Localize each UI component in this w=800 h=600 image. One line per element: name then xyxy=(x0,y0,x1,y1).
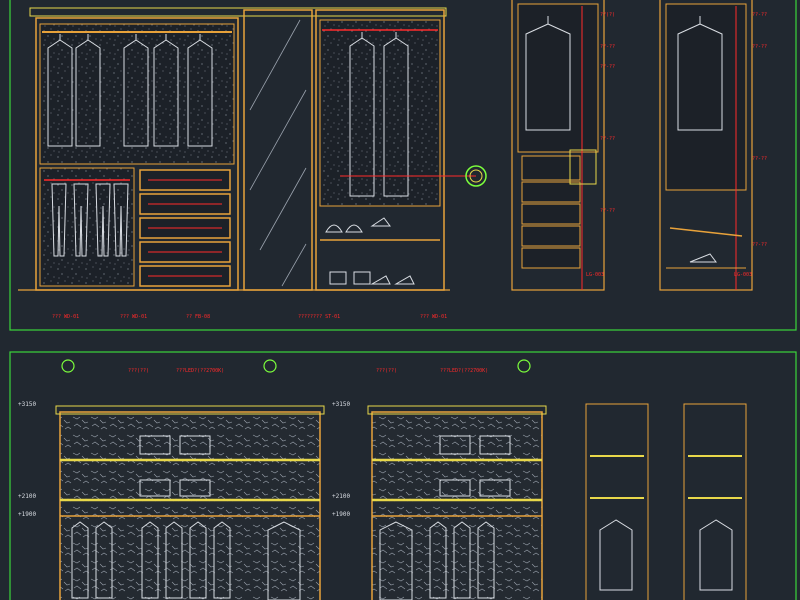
height-label: +1900 xyxy=(18,511,36,518)
callout-marker xyxy=(517,359,531,373)
tag-label: ?? FB-08 xyxy=(186,314,210,320)
height-label: +1900 xyxy=(332,511,350,518)
bottom-sections xyxy=(585,403,747,600)
callout-marker xyxy=(263,359,277,373)
height-label: +3150 xyxy=(332,401,350,408)
height-label: +2100 xyxy=(18,493,36,500)
header-label: ???(??) xyxy=(376,368,397,374)
shoes xyxy=(325,217,415,285)
header-label: ???LED?(??2700K) xyxy=(176,368,224,374)
header-label: ???(??) xyxy=(128,368,149,374)
bottom-headers: ???(??) ???LED?(??2700K) ???(??) ???LED?… xyxy=(128,368,488,374)
section-view-a xyxy=(511,0,605,291)
tag-label: ???????? ST-01 xyxy=(298,314,340,320)
shoe xyxy=(689,253,717,263)
note-label: ??-?? xyxy=(752,156,767,162)
height-label: +3150 xyxy=(18,401,36,408)
top-elevation-tags: ??? WD-01 ??? WD-01 ?? FB-08 ???????? ST… xyxy=(52,314,447,320)
note-label: ??-?? xyxy=(600,64,615,70)
cad-drawing: ??? WD-01 ??? WD-01 ?? FB-08 ???????? ST… xyxy=(9,0,797,600)
left-bay-upper-glass xyxy=(39,23,235,165)
note-label: ??(?) xyxy=(600,12,615,18)
right-bay-upper xyxy=(319,19,441,207)
wardrobe-top-rail xyxy=(29,7,447,17)
height-label: +2100 xyxy=(332,493,350,500)
tag-label: ??? WD-01 xyxy=(420,314,447,320)
drawer-stack xyxy=(139,169,231,287)
header-label: ???LED?(??2700K) xyxy=(440,368,488,374)
note-label: ??-?? xyxy=(752,242,767,248)
tag-label: ??? WD-01 xyxy=(120,314,147,320)
section-view-b xyxy=(659,0,753,291)
note-label: ??-?? xyxy=(600,136,615,142)
note-label: ??-?? xyxy=(600,208,615,214)
note-label: ??-?? xyxy=(752,44,767,50)
note-label: ??-?? xyxy=(600,44,615,50)
bottom-right-elevation xyxy=(367,405,547,600)
wardrobe-front-elevation xyxy=(18,7,450,291)
height-labels-left: +3150 +2100 +1900 xyxy=(18,401,36,518)
mirror-hatch xyxy=(249,19,307,287)
bottom-panel: +3150 +2100 +1900 +3150 +2100 +1900 ???(… xyxy=(9,351,797,600)
bottom-left-elevation xyxy=(55,405,325,600)
note-label: ??-?? xyxy=(752,12,767,18)
tag-label: ??? WD-01 xyxy=(52,314,79,320)
height-labels-right: +3150 +2100 +1900 xyxy=(332,401,350,518)
section-bottom-tag: LG-003 xyxy=(734,272,752,278)
section-bottom-tag: LG-003 xyxy=(586,272,604,278)
top-panel: ??? WD-01 ??? WD-01 ?? FB-08 ???????? ST… xyxy=(9,0,797,331)
mirror-panel xyxy=(243,9,313,291)
callout-marker xyxy=(61,359,75,373)
